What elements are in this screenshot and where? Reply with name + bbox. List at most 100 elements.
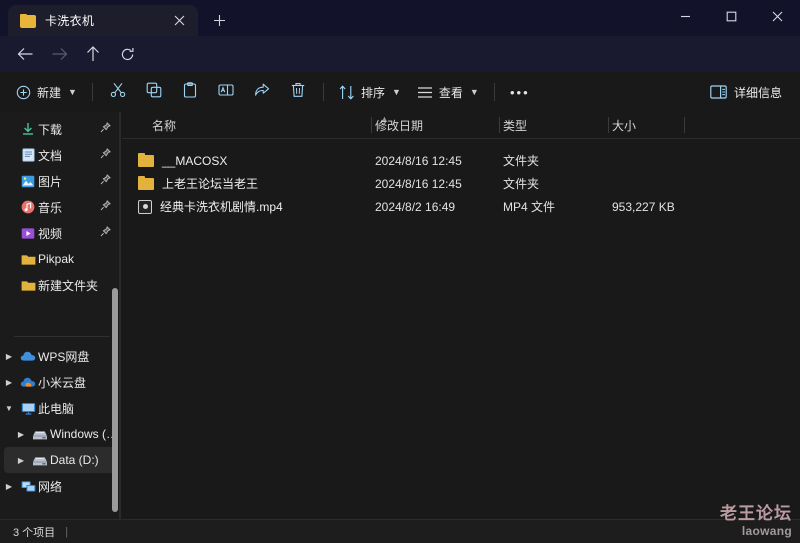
chevron-right-icon[interactable]: ▶	[0, 378, 18, 387]
details-pane-button[interactable]: 详细信息	[702, 77, 790, 107]
more-options-button[interactable]: •••	[502, 77, 538, 107]
sidebar-item-documents[interactable]: 文档	[0, 142, 120, 168]
pictures-icon	[18, 175, 38, 188]
tab-strip: 卡洗衣机	[0, 0, 234, 36]
column-divider[interactable]	[499, 117, 500, 133]
copy-button[interactable]	[136, 77, 172, 107]
column-header-date[interactable]: 修改日期	[375, 112, 423, 138]
plus-circle-icon	[16, 85, 31, 100]
sidebar-item-label: 小米云盘	[38, 375, 87, 390]
pin-icon[interactable]	[100, 148, 111, 162]
sidebar-item-network[interactable]: ▶ 网络	[0, 473, 120, 499]
paste-button[interactable]	[172, 77, 208, 107]
cloud-orange-icon	[18, 376, 38, 388]
sidebar-scrollbar[interactable]	[112, 288, 118, 512]
sidebar-item-downloads[interactable]: 下载	[0, 116, 120, 142]
sidebar-item-label: 新建文件夹	[38, 278, 99, 293]
title-bar: 卡洗衣机	[0, 0, 800, 36]
chevron-down-icon: ▼	[469, 87, 479, 97]
folder-icon	[138, 175, 154, 192]
sidebar-item-music[interactable]: 音乐	[0, 194, 120, 220]
back-arrow-icon[interactable]	[8, 39, 42, 69]
sidebar-item-wps-cloud[interactable]: ▶ WPS网盘	[0, 343, 120, 369]
status-bar: 3 个项目 |	[0, 519, 800, 543]
navigation-bar: › ... › Data (D:) › BaiduNetdiskDownload…	[0, 36, 800, 103]
new-button-label: 新建	[37, 85, 62, 100]
sidebar-item-windows-c[interactable]: ▶ Windows (C:)	[0, 421, 120, 447]
sidebar-item-pictures[interactable]: 图片	[0, 168, 120, 194]
pin-icon[interactable]	[100, 174, 111, 188]
copy-icon	[146, 82, 162, 103]
table-row[interactable]: __MACOSX 2024/8/16 12:45 文件夹	[122, 149, 800, 172]
details-pane-icon	[710, 85, 727, 99]
column-header-size[interactable]: 大小	[612, 112, 636, 138]
sidebar-item-videos[interactable]: 视频	[0, 220, 120, 246]
file-date: 2024/8/2 16:49	[375, 199, 456, 214]
sidebar-item-this-pc[interactable]: ▼ 此电脑	[0, 395, 120, 421]
pin-icon[interactable]	[100, 122, 111, 136]
delete-button[interactable]	[280, 77, 316, 107]
chevron-right-icon[interactable]: ▶	[12, 430, 30, 439]
column-divider[interactable]	[684, 117, 685, 133]
column-divider[interactable]	[371, 117, 372, 133]
sort-button-label: 排序	[360, 85, 385, 100]
sidebar-item-label: Windows (C:)	[50, 427, 120, 441]
table-row[interactable]: 经典卡洗衣机剧情.mp4 2024/8/2 16:49 MP4 文件 953,2…	[122, 195, 800, 218]
file-type: 文件夹	[503, 177, 540, 191]
details-pane-label: 详细信息	[733, 85, 782, 100]
column-divider[interactable]	[608, 117, 609, 133]
list-icon	[417, 86, 433, 99]
rename-icon	[218, 82, 234, 103]
ellipsis-icon: •••	[509, 84, 530, 100]
share-button[interactable]	[244, 77, 280, 107]
view-button-label: 查看	[438, 85, 463, 100]
sidebar-item-label: 音乐	[38, 200, 63, 215]
sidebar-item-label: 文档	[38, 148, 63, 163]
file-explorer-window: 卡洗衣机 新建 ▼ 排序 ▼ 查看 ▼ ••• 详细信息 下载 文档 图片 音乐…	[0, 0, 800, 543]
cut-button[interactable]	[100, 77, 136, 107]
rename-button[interactable]	[208, 77, 244, 107]
sidebar-item-xiaomi-cloud[interactable]: ▶ 小米云盘	[0, 369, 120, 395]
minimize-button[interactable]	[662, 0, 708, 33]
maximize-button[interactable]	[708, 0, 754, 33]
scissors-icon	[110, 82, 126, 103]
close-button[interactable]	[754, 0, 800, 33]
toolbar-divider	[91, 83, 93, 101]
network-icon	[18, 480, 38, 493]
folder-icon	[20, 13, 36, 28]
chevron-right-icon[interactable]: ▶	[12, 456, 30, 465]
sort-icon	[339, 84, 355, 100]
refresh-icon[interactable]	[110, 39, 144, 69]
cloud-blue-icon	[18, 350, 38, 362]
pin-icon[interactable]	[100, 200, 111, 214]
up-arrow-icon[interactable]	[76, 39, 110, 69]
column-header-type[interactable]: 类型	[503, 112, 527, 138]
folder-icon	[18, 253, 38, 266]
file-name-cell: __MACOSX	[138, 149, 227, 172]
new-tab-button[interactable]	[204, 5, 234, 35]
sort-button[interactable]: 排序 ▼	[331, 77, 409, 107]
chevron-down-icon[interactable]: ▼	[0, 404, 18, 413]
file-type: 文件夹	[503, 154, 540, 168]
sidebar-item-label: 此电脑	[38, 401, 75, 416]
table-row[interactable]: 上老王论坛当老王 2024/8/16 12:45 文件夹	[122, 172, 800, 195]
this-pc-icon	[18, 402, 38, 415]
tab-active[interactable]: 卡洗衣机	[8, 5, 198, 36]
pin-icon[interactable]	[100, 226, 111, 240]
sidebar-item-new-folder[interactable]: 新建文件夹	[0, 272, 120, 298]
file-list: 名称 ▲ 修改日期 类型 大小 __MACOSX 2024/8/16 12:45…	[122, 112, 800, 519]
chevron-down-icon: ▼	[391, 87, 401, 97]
file-list-header: 名称 ▲ 修改日期 类型 大小	[122, 112, 800, 139]
file-date: 2024/8/16 12:45	[375, 176, 462, 191]
sidebar-item-data-d[interactable]: ▶ Data (D:)	[4, 447, 116, 473]
file-type: MP4 文件	[503, 200, 556, 214]
close-icon[interactable]	[168, 10, 190, 32]
column-header-name[interactable]: 名称	[152, 112, 176, 138]
chevron-right-icon[interactable]: ▶	[0, 482, 18, 491]
new-button[interactable]: 新建 ▼	[8, 77, 85, 107]
chevron-right-icon[interactable]: ▶	[0, 352, 18, 361]
forward-arrow-icon[interactable]	[42, 39, 76, 69]
sidebar-item-pikpak[interactable]: Pikpak	[0, 246, 120, 272]
view-button[interactable]: 查看 ▼	[409, 77, 487, 107]
pane-splitter[interactable]	[119, 112, 121, 519]
